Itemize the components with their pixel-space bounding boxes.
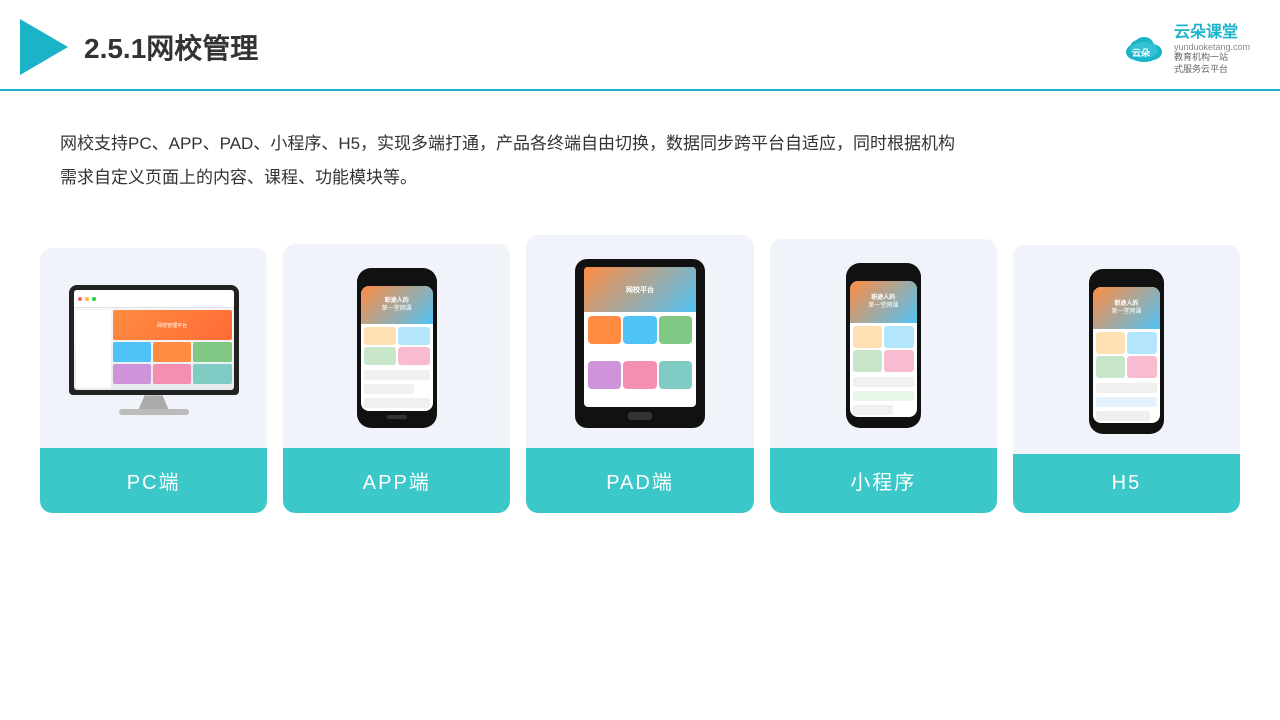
description: 网校支持PC、APP、PAD、小程序、H5，实现多端打通，产品各终端自由切换，数… [0, 91, 1280, 215]
cloud-icon: 云朵 [1122, 30, 1166, 64]
header-right: 云朵 云朵课堂 yunduoketang.com 教育机构一站 式服务云平台 [1122, 18, 1250, 75]
card-h5-image: 职途人的 第一堂网课 [1013, 245, 1240, 454]
svg-text:云朵: 云朵 [1132, 48, 1151, 58]
description-text: 网校支持PC、APP、PAD、小程序、H5，实现多端打通，产品各终端自由切换，数… [60, 127, 1220, 195]
phone-h5-icon: 职途人的 第一堂网课 [1089, 269, 1164, 434]
brand-name: 云朵课堂 [1174, 18, 1238, 42]
card-h5-label: H5 [1013, 454, 1240, 513]
pc-monitor-icon: 网校管理平台 [69, 285, 239, 415]
cards-section: 网校管理平台 [0, 215, 1280, 513]
card-pad: 网校平台 PAD端 [526, 235, 753, 513]
card-app-image: 职途人的 第一堂网课 [283, 244, 510, 448]
phone-mini-icon: 职途人的 第一堂网课 [846, 263, 921, 428]
card-pad-label: PAD端 [526, 448, 753, 513]
card-app: 职途人的 第一堂网课 [283, 244, 510, 513]
card-app-label: APP端 [283, 448, 510, 513]
card-pc-image: 网校管理平台 [40, 248, 267, 448]
card-mini-label: 小程序 [770, 448, 997, 513]
brand-logo: 云朵 云朵课堂 yunduoketang.com 教育机构一站 式服务云平台 [1122, 18, 1250, 75]
brand-url: yunduoketang.com [1174, 42, 1250, 52]
card-mini: 职途人的 第一堂网课 [770, 239, 997, 513]
card-pc: 网校管理平台 [40, 248, 267, 513]
phone-app-icon: 职途人的 第一堂网课 [357, 268, 437, 428]
page-title: 2.5.1网校管理 [84, 27, 258, 67]
card-h5: 职途人的 第一堂网课 [1013, 245, 1240, 513]
brand-text: 云朵课堂 yunduoketang.com 教育机构一站 式服务云平台 [1174, 18, 1250, 75]
header-left: 2.5.1网校管理 [20, 19, 258, 75]
pad-icon: 网校平台 [575, 259, 705, 428]
card-mini-image: 职途人的 第一堂网课 [770, 239, 997, 448]
card-pc-label: PC端 [40, 448, 267, 513]
card-pad-image: 网校平台 [526, 235, 753, 448]
logo-triangle-icon [20, 19, 68, 75]
header: 2.5.1网校管理 云朵 云朵课堂 yunduoketang.com 教育机构一… [0, 0, 1280, 91]
brand-sub: 教育机构一站 式服务云平台 [1174, 52, 1228, 75]
